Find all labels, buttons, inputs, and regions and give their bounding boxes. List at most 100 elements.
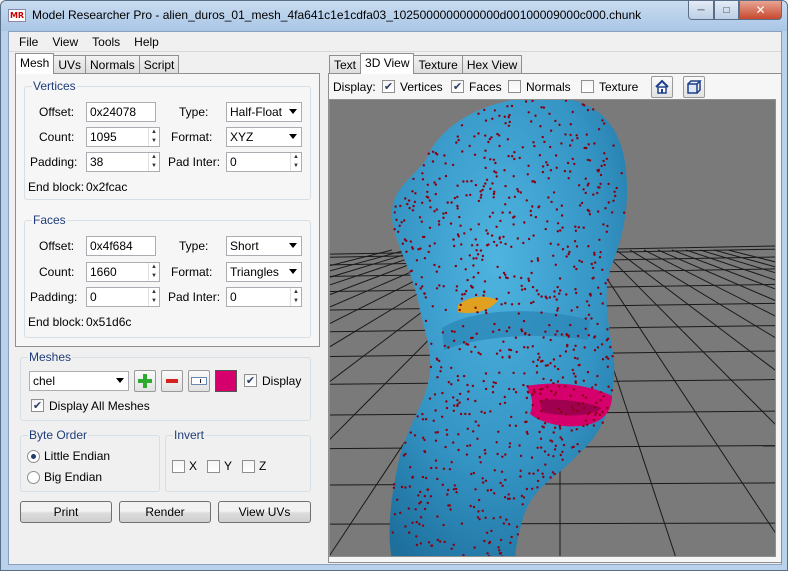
display-mesh-label: Display xyxy=(262,374,302,388)
vertex-point xyxy=(473,546,476,549)
tab-hex-view[interactable]: Hex View xyxy=(461,55,523,74)
faces-format-select[interactable]: Triangles xyxy=(226,262,302,282)
faces-padinter-stepper[interactable]: 0 ▲ ▼ xyxy=(226,287,302,307)
rename-mesh-button[interactable] xyxy=(188,370,210,392)
vertex-point xyxy=(535,371,539,374)
mesh-select[interactable]: chel xyxy=(29,371,129,391)
spin-arrows-icon[interactable]: ▲ ▼ xyxy=(290,288,301,306)
mesh-color-swatch[interactable] xyxy=(215,370,237,392)
vertex-point xyxy=(474,183,478,187)
faces-type-select[interactable]: Short xyxy=(226,236,302,256)
faces-padding-stepper[interactable]: 0 ▲ ▼ xyxy=(86,287,160,307)
invert-x-checkbox[interactable] xyxy=(172,460,185,473)
vertex-point xyxy=(503,169,506,172)
display-all-meshes-checkbox[interactable]: ✔ xyxy=(31,399,44,412)
vertex-point xyxy=(552,382,555,385)
menu-view[interactable]: View xyxy=(45,32,85,52)
vertex-point xyxy=(575,428,578,431)
vertex-point xyxy=(526,385,529,388)
vertices-padinter-stepper[interactable]: 0 ▲ ▼ xyxy=(226,152,302,172)
render-button[interactable]: Render xyxy=(119,501,211,523)
vertex-point xyxy=(498,328,501,332)
vertex-point xyxy=(582,424,585,428)
vertices-count-stepper[interactable]: 1095 ▲ ▼ xyxy=(86,127,160,147)
3d-viewport[interactable] xyxy=(329,99,776,557)
vertices-format-select[interactable]: XYZ xyxy=(226,127,302,147)
vertex-point xyxy=(493,170,496,173)
vertex-point xyxy=(504,203,507,206)
tab-text[interactable]: Text xyxy=(329,55,362,74)
mesh-model[interactable] xyxy=(389,100,628,557)
title-bar[interactable]: MR Model Researcher Pro - alien_duros_01… xyxy=(1,1,787,31)
print-button[interactable]: Print xyxy=(20,501,112,523)
display-normals-checkbox[interactable] xyxy=(508,80,521,93)
view-uvs-button[interactable]: View UVs xyxy=(218,501,311,523)
vertex-point xyxy=(393,483,396,486)
menu-tools[interactable]: Tools xyxy=(85,32,127,52)
display-faces-checkbox[interactable]: ✔ xyxy=(451,80,464,93)
vertices-offset-input[interactable]: 0x24078 xyxy=(86,102,156,122)
spin-arrows-icon[interactable]: ▲ ▼ xyxy=(148,128,159,146)
cube-view-button[interactable] xyxy=(683,76,705,98)
vertex-point xyxy=(598,238,601,241)
vertex-point xyxy=(584,327,587,330)
vertex-point xyxy=(504,184,507,188)
spin-arrows-icon[interactable]: ▲ ▼ xyxy=(148,288,159,306)
close-button[interactable]: ✕ xyxy=(739,1,782,20)
vertex-point xyxy=(442,467,446,470)
tab-texture[interactable]: Texture xyxy=(413,55,463,74)
vertex-point xyxy=(546,220,549,223)
vertex-point xyxy=(445,433,449,436)
vertex-point xyxy=(396,498,399,501)
add-mesh-button[interactable] xyxy=(134,370,156,392)
vertex-point xyxy=(486,552,489,555)
display-mesh-checkbox[interactable]: ✔ xyxy=(244,374,257,387)
vertex-point xyxy=(449,222,453,225)
display-texture-checkbox[interactable] xyxy=(581,80,594,93)
faces-offset-input[interactable]: 0x4f684 xyxy=(86,236,156,256)
tab-3d-view[interactable]: 3D View xyxy=(360,53,415,74)
invert-y-checkbox[interactable] xyxy=(207,460,220,473)
vertex-point xyxy=(431,160,435,163)
vertex-point xyxy=(544,227,547,231)
vertex-point xyxy=(586,423,589,426)
remove-mesh-button[interactable] xyxy=(161,370,183,392)
little-endian-radio[interactable] xyxy=(27,450,40,463)
vertex-point xyxy=(508,424,511,427)
vertex-point xyxy=(592,193,595,196)
vertex-point xyxy=(456,135,459,138)
tab-normals[interactable]: Normals xyxy=(85,55,140,74)
menu-file[interactable]: File xyxy=(12,32,45,52)
reset-view-button[interactable] xyxy=(651,76,673,98)
menu-help[interactable]: Help xyxy=(127,32,166,52)
vertex-point xyxy=(470,336,473,340)
spin-arrows-icon[interactable]: ▲ ▼ xyxy=(148,153,159,171)
vertex-point xyxy=(558,425,562,428)
vertex-point xyxy=(584,191,587,195)
tab-script[interactable]: Script xyxy=(138,55,180,74)
vertex-point xyxy=(549,476,552,479)
big-endian-radio[interactable] xyxy=(27,471,40,484)
minimize-button[interactable]: ─ xyxy=(688,1,714,20)
vertex-point xyxy=(578,204,582,207)
3d-render[interactable] xyxy=(330,100,776,557)
invert-z-checkbox[interactable] xyxy=(242,460,255,473)
tab-mesh[interactable]: Mesh xyxy=(15,53,55,74)
display-vertices-checkbox[interactable]: ✔ xyxy=(382,80,395,93)
vertex-point xyxy=(545,161,548,164)
spin-arrows-icon[interactable]: ▲ ▼ xyxy=(148,263,159,281)
vertices-type-select[interactable]: Half-Float xyxy=(226,102,302,122)
vertex-point xyxy=(414,283,418,286)
vertex-point xyxy=(526,173,529,176)
tab-uvs[interactable]: UVs xyxy=(53,55,87,74)
spin-arrows-icon[interactable]: ▲ ▼ xyxy=(290,153,301,171)
faces-count-stepper[interactable]: 1660 ▲ ▼ xyxy=(86,262,160,282)
vertex-point xyxy=(434,431,437,434)
vertex-point xyxy=(479,353,482,356)
vertices-padding-stepper[interactable]: 38 ▲ ▼ xyxy=(86,152,160,172)
vertex-point xyxy=(518,156,521,160)
maximize-button[interactable]: □ xyxy=(714,1,739,20)
vertex-point xyxy=(609,345,612,349)
vertex-point xyxy=(461,293,464,296)
vertex-point xyxy=(596,346,600,349)
